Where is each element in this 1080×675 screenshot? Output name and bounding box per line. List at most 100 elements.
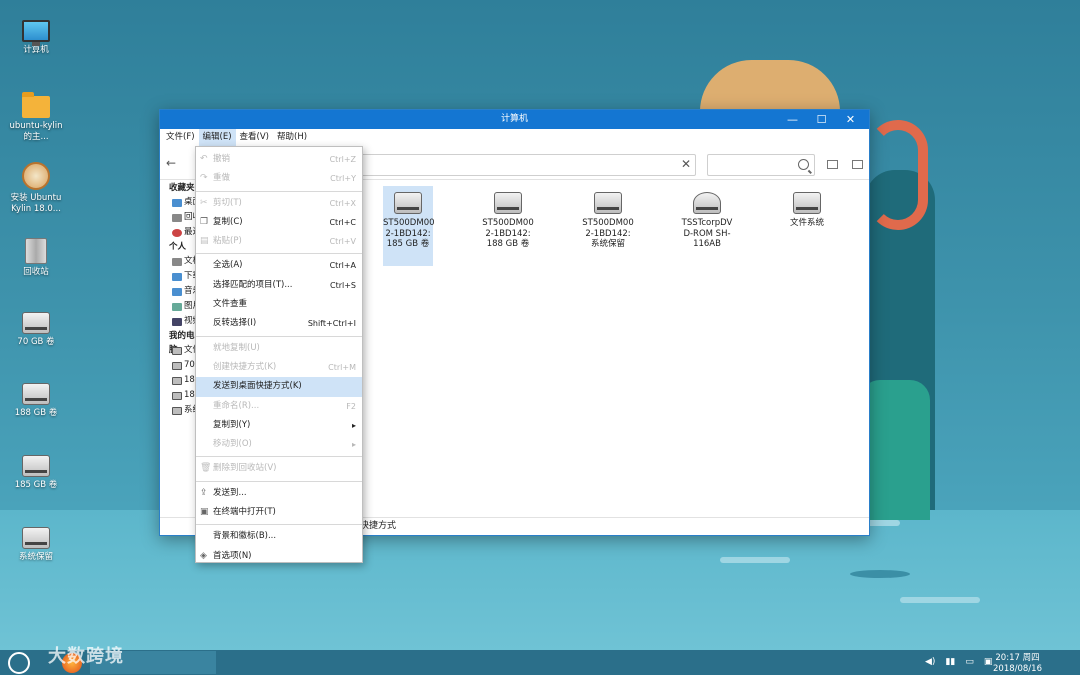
menu-item-label: 复制到(Y)	[213, 419, 251, 430]
menu-edit[interactable]: 编辑(E)	[198, 129, 236, 146]
menu-item-shortcut: Ctrl+X	[329, 198, 356, 208]
desktop-icon-computer[interactable]: 计算机	[8, 20, 64, 56]
volume-icon[interactable]: ◀)	[925, 657, 935, 667]
file-label-line: D-ROM SH-	[683, 228, 731, 239]
sidebar-item-videos[interactable]: 视频	[160, 314, 198, 329]
desktop-icon-drive-70[interactable]: 70 GB 卷	[8, 312, 64, 348]
edit-menu-item[interactable]: 重命名(R)... F2	[196, 397, 362, 416]
location-bar[interactable]: ✕	[360, 154, 696, 176]
sidebar-item-drive-185[interactable]: 18	[160, 388, 198, 403]
menu-item-shortcut: F2	[346, 401, 356, 411]
status-text: 快捷方式	[360, 521, 397, 531]
start-menu-icon[interactable]	[8, 652, 30, 674]
list-view-icon[interactable]	[852, 160, 863, 169]
file-item-dvd-rom[interactable]: TSSTcorpDV D-ROM SH- 116AB	[667, 186, 747, 250]
drive-icon	[172, 406, 182, 415]
clear-icon[interactable]: ✕	[681, 157, 691, 171]
edit-menu-item[interactable]: ◈ 首选项(N)	[196, 547, 362, 566]
sidebar-item-drive-188[interactable]: 18	[160, 373, 198, 388]
close-button[interactable]: ✕	[836, 110, 865, 129]
file-item-188gb[interactable]: ST500DM00 2-1BD142: 188 GB 卷	[468, 186, 548, 250]
cut-icon: ✂	[200, 197, 208, 208]
desktop-icon-home-folder[interactable]: ubuntu-kylin 的主...	[8, 92, 64, 143]
sidebar-item-system-reserved[interactable]: 系统	[160, 403, 198, 418]
sidebar-item-desktop[interactable]: 桌面	[160, 195, 198, 210]
menu-item-label: 重命名(R)...	[213, 400, 260, 411]
menu-item-shortcut: Ctrl+M	[328, 362, 356, 372]
folder-icon	[22, 92, 50, 118]
file-item-filesystem[interactable]: 文件系统	[767, 186, 847, 229]
edit-menu-item[interactable]: ▤ 粘贴(P) Ctrl+V	[196, 232, 362, 251]
menu-view[interactable]: 查看(V)	[236, 129, 273, 146]
drive-icon	[22, 455, 50, 477]
sidebar-item-documents[interactable]: 文档	[160, 254, 198, 269]
edit-menu-item[interactable]: 🗑 删除到回收站(V)	[196, 459, 362, 478]
desktop-icon-label: 70 GB 卷	[17, 337, 55, 347]
edit-menu-item[interactable]: ✂ 剪切(T) Ctrl+X	[196, 194, 362, 213]
file-label-line: TSSTcorpDV	[681, 218, 733, 228]
menu-item-label: 反转选择(I)	[213, 318, 257, 329]
menu-item-label: 撤销	[213, 154, 231, 164]
sidebar-item-recent[interactable]: 最近	[160, 225, 198, 240]
desktop-icon-label: 安装 Ubuntu Kylin 18.0...	[10, 193, 62, 214]
maximize-button[interactable]: ☐	[807, 110, 836, 129]
edit-menu-item[interactable]: 移动到(O) ▸	[196, 435, 362, 454]
menu-item-label: 在终端中打开(T)	[213, 507, 276, 518]
wallpaper-island	[860, 380, 930, 520]
battery-icon[interactable]: ▭	[965, 657, 974, 667]
file-view: ST500DM00 2-1BD142: 185 GB 卷 ST500DM00 2…	[380, 186, 869, 517]
edit-menu-item[interactable]: 复制到(Y) ▸	[196, 416, 362, 435]
desktop-icon-drive-185[interactable]: 185 GB 卷	[8, 455, 64, 491]
edit-menu-item[interactable]: 文件查重	[196, 295, 362, 314]
sidebar-item-trash[interactable]: 回收	[160, 210, 198, 225]
back-arrow-icon[interactable]: ←	[166, 156, 188, 170]
file-item-system-reserved[interactable]: ST500DM00 2-1BD142: 系统保留	[568, 186, 648, 250]
edit-menu-item[interactable]: ▣ 在终端中打开(T)	[196, 503, 362, 522]
desktop-icon-label: 188 GB 卷	[14, 408, 58, 418]
desktop-icon-trash[interactable]: 回收站	[8, 238, 64, 278]
search-input[interactable]	[707, 154, 815, 176]
network-icon[interactable]: ▮▮	[945, 657, 955, 667]
wallpaper-cloud	[720, 557, 790, 563]
sidebar-item-pictures[interactable]: 图片	[160, 299, 198, 314]
edit-menu-item[interactable]: 背景和徽标(B)...	[196, 527, 362, 546]
display-icon[interactable]: ▣	[984, 657, 993, 667]
menu-file[interactable]: 文件(F)	[162, 129, 199, 146]
menu-help[interactable]: 帮助(H)	[273, 129, 311, 146]
copy-icon: ❐	[200, 216, 209, 227]
sidebar-item-music[interactable]: 音乐	[160, 284, 198, 299]
edit-menu-item[interactable]: 创建快捷方式(K) Ctrl+M	[196, 358, 362, 377]
clock[interactable]: 20:17 周四 2018/08/16	[993, 653, 1042, 674]
file-label-line: ST500DM00	[482, 218, 534, 228]
menu-item-label: 删除到回收站(V)	[213, 463, 277, 474]
desktop-icon-drive-188[interactable]: 188 GB 卷	[8, 383, 64, 419]
minimize-button[interactable]: —	[778, 110, 807, 129]
file-item-185gb[interactable]: ST500DM00 2-1BD142: 185 GB 卷	[383, 186, 435, 266]
edit-menu-item[interactable]: 就地复制(U)	[196, 339, 362, 358]
edit-menu-item[interactable]: 选择匹配的项目(T)... Ctrl+S	[196, 276, 362, 295]
edit-menu-item[interactable]: ↷ 重做 Ctrl+Y	[196, 169, 362, 188]
menu-item-shortcut: Ctrl+A	[329, 261, 356, 271]
menu-separator	[196, 253, 362, 255]
sidebar-item-filesystem[interactable]: 文件	[160, 343, 198, 358]
edit-menu-item[interactable]: 全选(A) Ctrl+A	[196, 256, 362, 275]
edit-menu: ↶ 撤销 Ctrl+Z ↷ 重做 Ctrl+Y ✂ 剪切(T) Ctrl+X ❐ 复制(C) Ctrl…	[195, 146, 363, 563]
menu-separator	[196, 480, 362, 482]
edit-menu-item[interactable]: ⇪ 发送到...	[196, 484, 362, 503]
menubar: 文件(F) 编辑(E) 查看(V) 帮助(H)	[160, 129, 869, 146]
window-titlebar[interactable]: 计算机 — ☐ ✕	[160, 110, 869, 129]
sidebar-section-personal: 个人	[169, 242, 187, 252]
edit-menu-item[interactable]: ❐ 复制(C) Ctrl+C	[196, 213, 362, 232]
edit-menu-item[interactable]: 发送到桌面快捷方式(K)	[196, 377, 362, 397]
icon-view-icon[interactable]	[827, 160, 838, 169]
desktop-icon-installer[interactable]: 安装 Ubuntu Kylin 18.0...	[8, 162, 64, 215]
menu-item-label: 就地复制(U)	[213, 342, 260, 353]
edit-menu-item[interactable]: 反转选择(I) Shift+Ctrl+I	[196, 314, 362, 333]
desktop-icon-system-reserved[interactable]: 系统保留	[8, 527, 64, 563]
desktop-icon-label: 回收站	[23, 267, 49, 277]
sidebar-item-drive-70[interactable]: 70	[160, 358, 198, 373]
drive-icon	[793, 192, 821, 214]
edit-menu-item[interactable]: ↶ 撤销 Ctrl+Z	[196, 150, 362, 169]
search-icon[interactable]	[798, 159, 809, 170]
sidebar-item-downloads[interactable]: 下载	[160, 269, 198, 284]
